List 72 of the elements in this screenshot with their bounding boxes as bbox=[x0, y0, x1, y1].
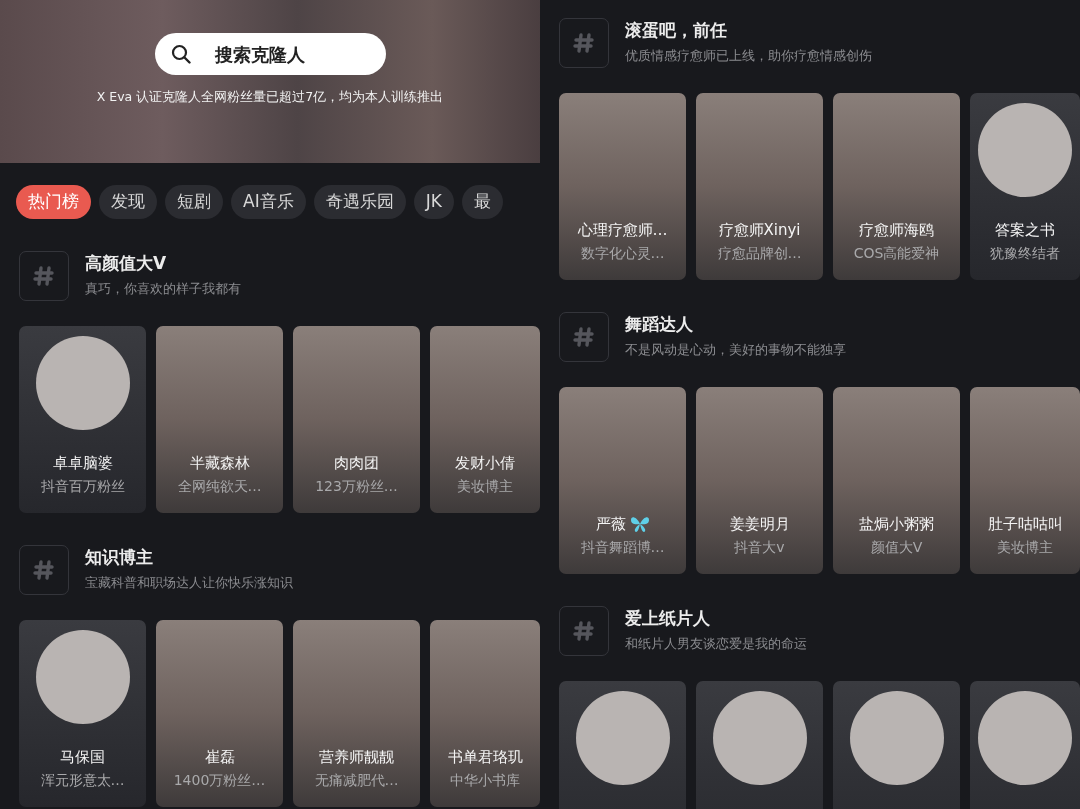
hashtag-icon bbox=[33, 265, 55, 287]
profile-card[interactable]: 书单君珞玑 中华小书库 bbox=[430, 620, 540, 807]
profile-name: 肉肉团 bbox=[334, 454, 379, 473]
profile-name: 肚子咕咕叫 bbox=[987, 515, 1063, 534]
section-title: 舞蹈达人 bbox=[625, 314, 694, 335]
section-title: 高颜值大V bbox=[85, 253, 168, 274]
profile-card[interactable]: 疗愈师Xinyi 疗愈品牌创… bbox=[696, 93, 823, 280]
section-subtitle: 不是风动是心动，美好的事物不能独享 bbox=[625, 340, 846, 359]
profile-subtitle: 数字化心灵… bbox=[580, 245, 665, 262]
banner-caption: X Eva 认证克隆人全网粉丝量已超过7亿，均为本人训练推出 bbox=[96, 88, 444, 106]
profile-card[interactable]: 崔磊 1400万粉丝… bbox=[156, 620, 283, 807]
profile-name: 崔磊 bbox=[204, 748, 235, 767]
hashtag-icon bbox=[573, 32, 595, 54]
profile-name: 心理疗愈师… bbox=[577, 221, 668, 240]
profile-subtitle: 颜值大V bbox=[870, 539, 923, 556]
section-subtitle: 优质情感疗愈师已上线，助你疗愈情感创伤 bbox=[625, 46, 872, 65]
profile-card[interactable]: 姜姜明月 抖音大v bbox=[696, 387, 823, 574]
section-title: 滚蛋吧，前任 bbox=[625, 20, 728, 41]
profile-subtitle: 疗愈品牌创… bbox=[717, 245, 802, 262]
category-tab[interactable]: 发现 bbox=[99, 185, 157, 219]
profile-name: 半藏森林 bbox=[189, 454, 250, 473]
profile-subtitle: 全网纯欲天… bbox=[177, 478, 262, 495]
profile-name: 答案之书 bbox=[995, 221, 1055, 240]
profile-card[interactable]: 严薇 抖音舞蹈博… bbox=[559, 387, 686, 574]
profile-name: 书单君珞玑 bbox=[447, 748, 523, 767]
profile-subtitle: 抖音舞蹈博… bbox=[580, 539, 665, 556]
profile-name: 营养师靓靓 bbox=[319, 748, 394, 767]
profile-card[interactable]: 马保国 浑元形意太… bbox=[19, 620, 146, 807]
section-title: 知识博主 bbox=[85, 547, 154, 568]
profile-name: 盐焗小粥粥 bbox=[859, 515, 934, 534]
category-tab[interactable]: 短剧 bbox=[165, 185, 223, 219]
profile-card[interactable]: 营养师靓靓 无痛减肥代… bbox=[293, 620, 420, 807]
profile-name: 疗愈师海鸥 bbox=[859, 221, 934, 240]
profile-card[interactable]: 疗愈师海鸥 COS高能爱神 bbox=[833, 93, 960, 280]
hashtag-icon bbox=[33, 559, 55, 581]
profile-subtitle: 浑元形意太… bbox=[40, 772, 125, 789]
profile-name: 卓卓脑婆 bbox=[52, 454, 113, 473]
profile-card[interactable]: 发财小倩 美妆博主 bbox=[430, 326, 540, 513]
profile-name: 发财小倩 bbox=[455, 454, 515, 473]
profile-subtitle: 中华小书库 bbox=[450, 772, 520, 789]
category-tab[interactable]: JK bbox=[413, 185, 454, 219]
profile-subtitle: 抖音百万粉丝 bbox=[40, 478, 125, 495]
profile-card[interactable]: 盐焗小粥粥 颜值大V bbox=[833, 387, 960, 574]
section-subtitle: 真巧，你喜欢的样子我都有 bbox=[85, 279, 241, 298]
profile-name: 疗愈师Xinyi bbox=[718, 221, 801, 240]
profile-card[interactable]: 卓卓脑婆 抖音百万粉丝 bbox=[19, 326, 146, 513]
hashtag-icon bbox=[573, 326, 595, 348]
profile-subtitle: 美妆博主 bbox=[997, 539, 1053, 556]
hashtag-icon bbox=[573, 620, 595, 642]
profile-card[interactable]: 答案之书 犹豫终结者 bbox=[970, 93, 1080, 280]
profile-subtitle: 123万粉丝… bbox=[315, 478, 398, 495]
search-icon bbox=[170, 44, 191, 64]
profile-subtitle: 无痛减肥代… bbox=[314, 772, 399, 789]
profile-subtitle: 抖音大v bbox=[734, 539, 785, 556]
category-tab[interactable]: 奇遇乐园 bbox=[313, 185, 406, 219]
category-tab[interactable]: AI音乐 bbox=[231, 185, 306, 219]
search-button[interactable]: 搜索克隆人 bbox=[154, 33, 386, 75]
section-title: 爱上纸片人 bbox=[625, 608, 711, 629]
profile-card[interactable]: 肉肉团 123万粉丝… bbox=[293, 326, 420, 513]
profile-card[interactable]: 肚子咕咕叫 美妆博主 bbox=[970, 387, 1080, 574]
profile-subtitle: 1400万粉丝… bbox=[173, 772, 266, 789]
profile-name: 严薇 bbox=[595, 515, 626, 534]
profile-name: 马保国 bbox=[60, 748, 105, 767]
profile-subtitle: 美妆博主 bbox=[457, 478, 513, 495]
category-tab[interactable]: 最 bbox=[461, 185, 503, 219]
profile-card[interactable]: 心理疗愈师… 数字化心灵… bbox=[559, 93, 686, 280]
section-subtitle: 宝藏科普和职场达人让你快乐涨知识 bbox=[85, 573, 293, 592]
profile-subtitle: 犹豫终结者 bbox=[990, 245, 1060, 262]
profile-name: 姜姜明月 bbox=[729, 515, 790, 534]
section-subtitle: 和纸片人男友谈恋爱是我的命运 bbox=[625, 634, 807, 653]
profile-subtitle: COS高能爱神 bbox=[853, 245, 940, 262]
profile-card[interactable]: 半藏森林 全网纯欲天… bbox=[156, 326, 283, 513]
